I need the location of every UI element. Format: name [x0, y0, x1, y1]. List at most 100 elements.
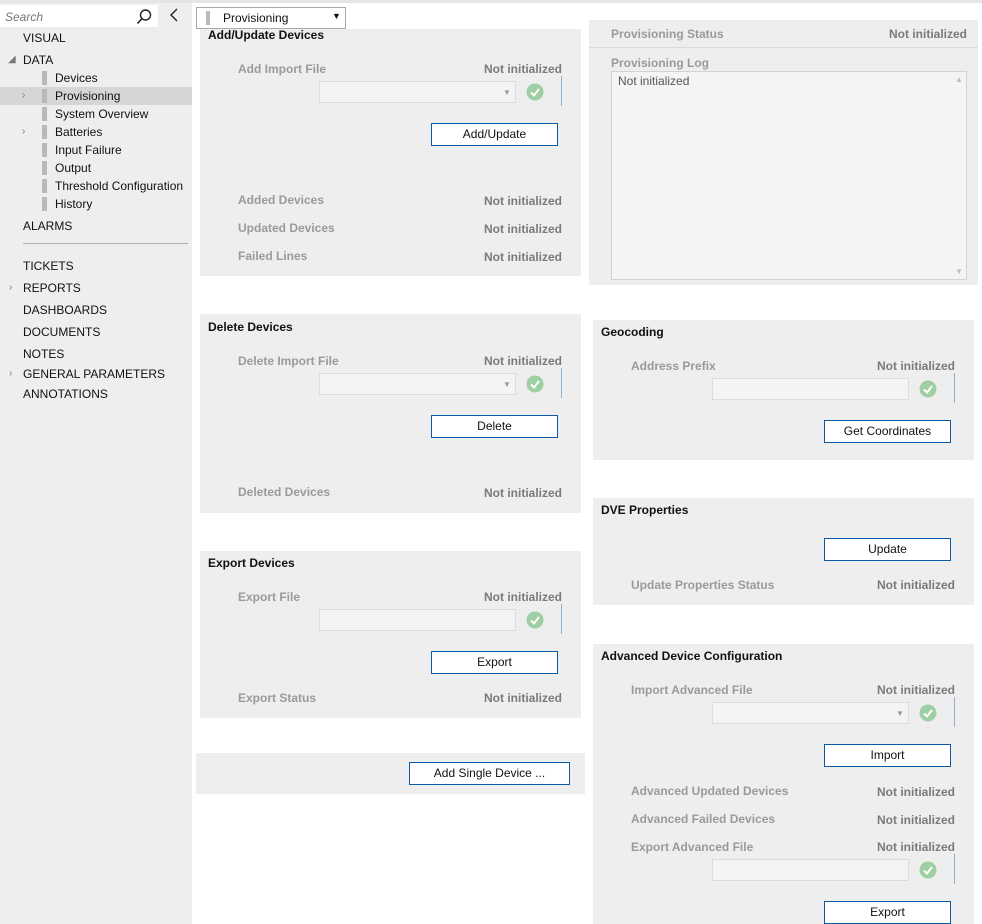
nav-visual[interactable]: VISUAL — [23, 29, 66, 47]
nav-data[interactable]: DATA — [23, 51, 53, 69]
export-button[interactable]: Export — [431, 651, 558, 674]
delete-button[interactable]: Delete — [431, 415, 558, 438]
scroll-down-icon[interactable]: ▼ — [955, 267, 963, 276]
delete-import-file-select[interactable]: ▼ — [319, 373, 516, 395]
provisioning-status-value: Not initialized — [889, 27, 967, 41]
collapsed-caret-icon[interactable]: › — [22, 87, 25, 105]
nav-general-parameters[interactable]: GENERAL PARAMETERS — [23, 365, 165, 383]
nav-alarms[interactable]: ALARMS — [23, 217, 72, 235]
failed-lines-value: Not initialized — [484, 250, 562, 264]
export-advanced-file-value: Not initialized — [877, 840, 955, 854]
item-marker — [42, 143, 47, 157]
import-advanced-file-select[interactable]: ▼ — [712, 702, 909, 724]
check-icon — [526, 375, 544, 393]
import-advanced-file-value: Not initialized — [877, 683, 955, 697]
field-edge — [561, 76, 562, 106]
item-marker — [42, 89, 47, 103]
dropdown-arrow-icon: ▼ — [896, 709, 904, 718]
collapse-sidebar-icon[interactable] — [166, 7, 182, 23]
check-icon — [526, 83, 544, 101]
nav-documents[interactable]: DOCUMENTS — [23, 323, 100, 341]
nav-reports[interactable]: REPORTS — [23, 279, 81, 297]
add-import-file-label: Add Import File — [238, 62, 326, 76]
nav-annotations[interactable]: ANNOTATIONS — [23, 385, 108, 403]
nav-provisioning[interactable]: Provisioning — [55, 87, 120, 105]
add-update-title: Add/Update Devices — [208, 28, 325, 42]
item-marker — [42, 107, 47, 121]
failed-lines-label: Failed Lines — [238, 249, 308, 263]
check-icon — [919, 380, 937, 398]
collapsed-caret-icon[interactable]: › — [22, 123, 25, 141]
nav-system-overview[interactable]: System Overview — [55, 105, 148, 123]
provisioning-log-box[interactable]: Not initialized ▲ ▼ — [611, 71, 967, 280]
check-icon — [526, 611, 544, 629]
field-edge — [954, 854, 955, 884]
delete-import-file-label: Delete Import File — [238, 354, 339, 368]
scroll-up-icon[interactable]: ▲ — [955, 75, 963, 84]
item-marker — [42, 161, 47, 175]
advanced-updated-devices-value: Not initialized — [877, 785, 955, 799]
export-file-input[interactable] — [319, 609, 516, 631]
item-marker — [42, 125, 47, 139]
provisioning-log-text: Not initialized — [618, 74, 690, 88]
update-properties-status-value: Not initialized — [877, 578, 955, 592]
search-box — [0, 5, 158, 27]
address-prefix-input[interactable] — [712, 378, 909, 400]
item-marker — [42, 71, 47, 85]
deleted-devices-label: Deleted Devices — [238, 485, 331, 499]
advanced-failed-devices-label: Advanced Failed Devices — [631, 812, 776, 826]
expanded-caret-icon[interactable]: ◢ — [8, 51, 16, 69]
nav-notes[interactable]: NOTES — [23, 345, 64, 363]
dropdown-arrow-icon: ▼ — [332, 11, 341, 21]
geocoding-title: Geocoding — [601, 325, 664, 339]
add-update-button[interactable]: Add/Update — [431, 123, 558, 146]
export-status-label: Export Status — [238, 691, 317, 705]
provisioning-status-label: Provisioning Status — [611, 27, 724, 41]
status-divider — [589, 47, 978, 48]
import-button[interactable]: Import — [824, 744, 951, 767]
export-file-value: Not initialized — [484, 590, 562, 604]
dropdown-arrow-icon: ▼ — [503, 88, 511, 97]
collapsed-caret-icon[interactable]: › — [9, 365, 12, 383]
field-edge — [954, 697, 955, 727]
nav-batteries[interactable]: Batteries — [55, 123, 102, 141]
import-advanced-file-label: Import Advanced File — [631, 683, 753, 697]
nav-output[interactable]: Output — [55, 159, 91, 177]
view-select[interactable]: Provisioning ▼ — [196, 7, 346, 29]
nav-history[interactable]: History — [55, 195, 92, 213]
collapsed-caret-icon[interactable]: › — [9, 279, 12, 297]
update-button[interactable]: Update — [824, 538, 951, 561]
export-file-label: Export File — [238, 590, 301, 604]
updated-devices-label: Updated Devices — [238, 221, 335, 235]
item-marker — [42, 179, 47, 193]
dve-properties-title: DVE Properties — [601, 503, 689, 517]
added-devices-label: Added Devices — [238, 193, 325, 207]
nav-dashboards[interactable]: DASHBOARDS — [23, 301, 107, 319]
check-icon — [919, 704, 937, 722]
search-input[interactable] — [5, 8, 130, 25]
export-status-value: Not initialized — [484, 691, 562, 705]
address-prefix-value: Not initialized — [877, 359, 955, 373]
field-edge — [561, 368, 562, 398]
nav-tickets[interactable]: TICKETS — [23, 257, 74, 275]
export-advanced-file-input[interactable] — [712, 859, 909, 881]
nav-threshold-configuration[interactable]: Threshold Configuration — [55, 177, 183, 195]
nav-input-failure[interactable]: Input Failure — [55, 141, 122, 159]
check-icon — [919, 861, 937, 879]
add-import-file-select[interactable]: ▼ — [319, 81, 516, 103]
address-prefix-label: Address Prefix — [631, 359, 716, 373]
update-properties-status-label: Update Properties Status — [631, 578, 775, 592]
export-title: Export Devices — [208, 556, 295, 570]
item-marker — [206, 11, 210, 25]
get-coordinates-button[interactable]: Get Coordinates — [824, 420, 951, 443]
advanced-config-title: Advanced Device Configuration — [601, 649, 783, 663]
advanced-updated-devices-label: Advanced Updated Devices — [631, 784, 789, 798]
advanced-export-button[interactable]: Export — [824, 901, 951, 924]
sidebar: VISUAL ◢ DATA Devices › Provisioning Sys… — [0, 3, 192, 924]
add-single-device-button[interactable]: Add Single Device ... — [409, 762, 570, 785]
delete-import-file-value: Not initialized — [484, 354, 562, 368]
dropdown-arrow-icon: ▼ — [503, 380, 511, 389]
nav-devices[interactable]: Devices — [55, 69, 98, 87]
export-advanced-file-label: Export Advanced File — [631, 840, 754, 854]
search-icon[interactable] — [135, 8, 153, 26]
